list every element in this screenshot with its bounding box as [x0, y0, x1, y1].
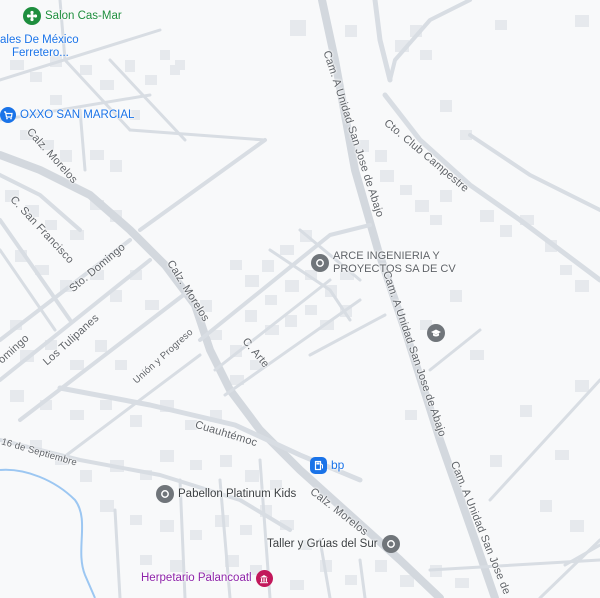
poi-bp-gas-station[interactable]: bp: [310, 457, 344, 474]
poi-label-line1: ales De México: [0, 34, 79, 46]
poi-school[interactable]: [427, 324, 445, 342]
poi-label: Taller y Grúas del Sur: [267, 537, 378, 550]
poi-label: Herpetario Palancoatl: [141, 572, 252, 584]
shopping-cart-icon: [0, 107, 16, 123]
poi-label: Salon Cas-Mar: [45, 9, 122, 22]
place-pin-icon: [156, 485, 174, 503]
poi-oxxo-san-marcial[interactable]: OXXO SAN MARCIAL: [0, 107, 134, 123]
poi-herpetario-palancoatl[interactable]: Herpetario Palancoatl: [141, 570, 273, 587]
building-footprints: [5, 15, 589, 590]
poi-label: OXXO SAN MARCIAL: [20, 108, 135, 121]
poi-label-line1: ARCE INGENIERIA Y: [333, 250, 440, 262]
poi-taller-y-gruas-del-sur[interactable]: Taller y Grúas del Sur: [267, 535, 400, 553]
graduation-cap-icon: [427, 324, 445, 342]
poi-label: bp: [331, 458, 345, 472]
river: [0, 468, 96, 598]
poi-label: Pabellon Platinum Kids: [178, 487, 297, 500]
map-canvas[interactable]: Salon Cas-Mar ales De México Ferretero..…: [0, 0, 600, 598]
flower-icon: [23, 7, 41, 25]
poi-salon-cas-mar[interactable]: Salon Cas-Mar: [23, 7, 122, 25]
poi-label-line2: Ferretero...: [12, 47, 69, 59]
map-base-layer: [0, 0, 600, 598]
poi-materiales-de-mexico[interactable]: ales De México Ferretero...: [0, 34, 79, 60]
museum-icon: [255, 570, 273, 587]
place-pin-icon: [311, 254, 329, 272]
gas-station-icon: [310, 457, 327, 474]
poi-pabellon-platinum-kids[interactable]: Pabellon Platinum Kids: [156, 485, 296, 503]
poi-label-line2: PROYECTOS SA DE CV: [333, 263, 456, 275]
road-network: [0, 0, 600, 598]
place-pin-icon: [381, 535, 400, 553]
